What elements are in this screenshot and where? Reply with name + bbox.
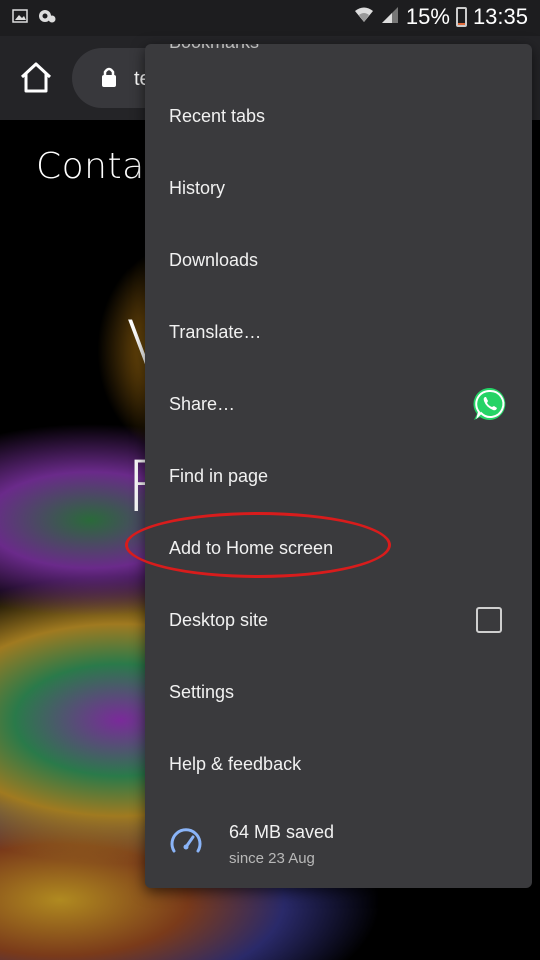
signal-icon (380, 4, 400, 30)
status-left-icons (12, 8, 56, 24)
battery-level (457, 22, 465, 25)
battery-percent: 15% (405, 4, 450, 29)
menu-item-label: Find in page (169, 465, 269, 486)
menu-item-bookmarks[interactable]: Bookmarks (169, 44, 259, 53)
menu-item-label: Downloads (169, 249, 259, 270)
menu-item-find-in-page[interactable]: Find in page (145, 440, 532, 512)
status-bar: 15% 13:35 (0, 0, 540, 36)
speedometer-icon (169, 826, 203, 860)
desktop-site-checkbox[interactable] (476, 607, 502, 633)
data-saved-amount: 64 MB saved (229, 822, 335, 842)
menu-item-translate[interactable]: Translate… (145, 296, 532, 368)
lock-icon (100, 66, 118, 93)
data-saved-since: since 23 Aug (229, 850, 315, 867)
menu-item-history[interactable]: History (145, 152, 532, 224)
wifi-icon (354, 4, 374, 30)
menu-item-label: Recent tabs (169, 105, 266, 126)
menu-item-label: Help & feedback (169, 753, 302, 774)
menu-item-help-feedback[interactable]: Help & feedback (145, 728, 532, 800)
menu-item-settings[interactable]: Settings (145, 656, 532, 728)
menu-item-label: Share… (169, 393, 236, 414)
menu-item-label: Add to Home screen (169, 537, 334, 558)
status-right: 15% 13:35 (354, 4, 528, 30)
menu-item-share[interactable]: Share… (145, 368, 532, 440)
menu-item-label: Desktop site (169, 609, 269, 630)
home-button[interactable] (18, 60, 54, 96)
home-icon (20, 62, 52, 93)
image-icon (12, 8, 28, 24)
menu-item-add-to-home-screen[interactable]: Add to Home screen (145, 512, 532, 584)
menu-item-label: Translate… (169, 321, 262, 342)
menu-item-label: History (169, 177, 226, 198)
menu-item-recent-tabs[interactable]: Recent tabs (145, 80, 532, 152)
whatsapp-icon[interactable] (472, 386, 508, 422)
menu-item-downloads[interactable]: Downloads (145, 224, 532, 296)
overflow-menu: Bookmarks Recent tabs History Downloads … (145, 44, 532, 888)
menu-item-desktop-site[interactable]: Desktop site (145, 584, 532, 656)
clock: 13:35 (472, 4, 528, 29)
chrome-savings-icon (38, 8, 56, 24)
data-saver-summary[interactable]: 64 MB saved since 23 Aug (145, 812, 532, 882)
menu-item-label: Settings (169, 681, 235, 702)
battery-icon (455, 7, 467, 27)
